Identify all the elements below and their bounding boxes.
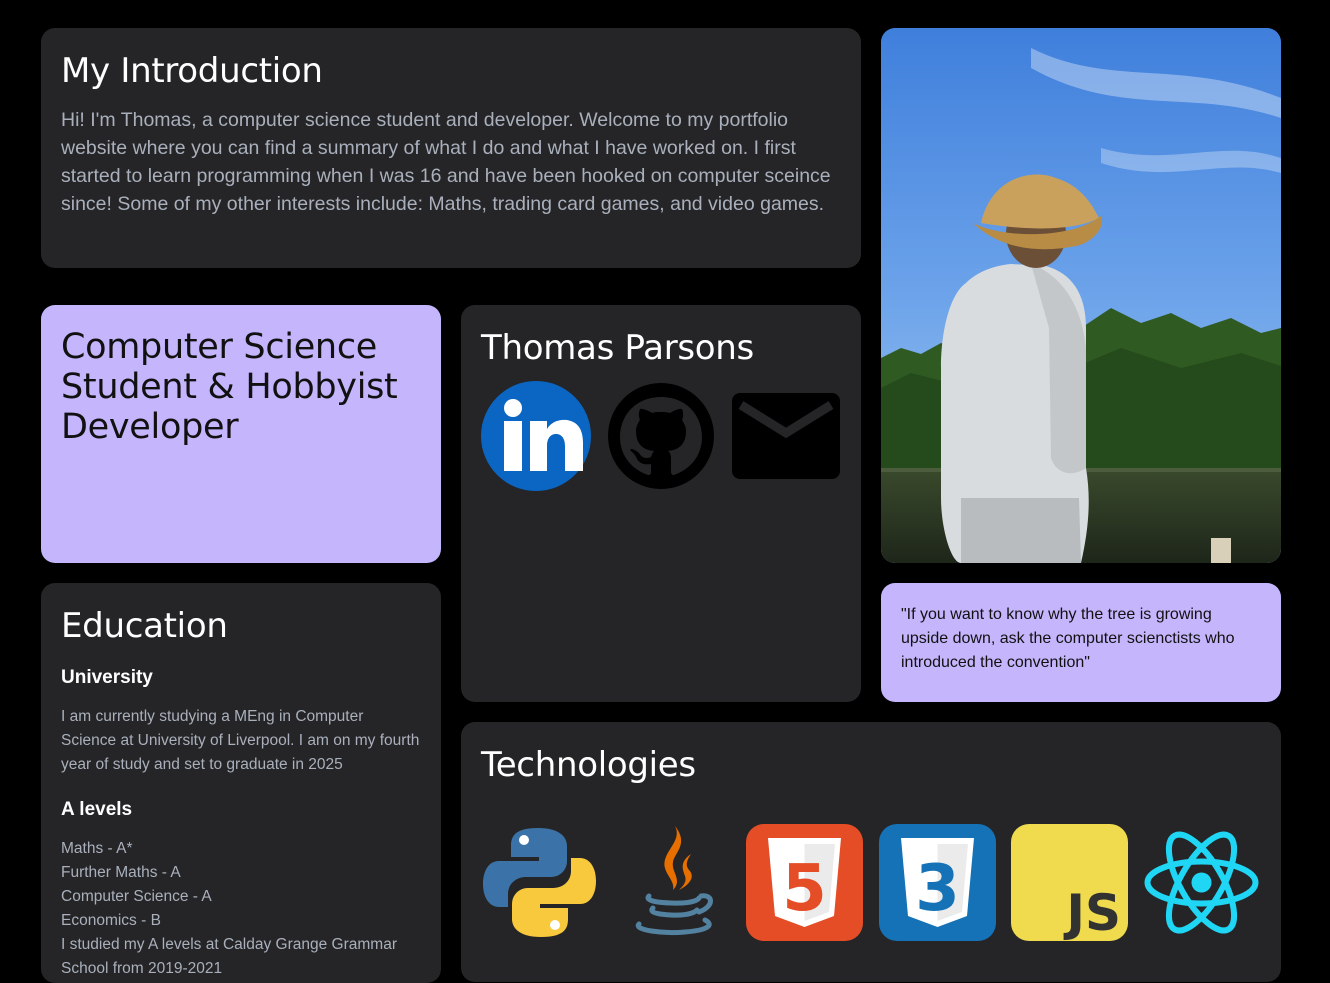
profile-photo: [881, 28, 1281, 563]
university-heading: University: [61, 667, 153, 688]
linkedin-icon[interactable]: [481, 381, 591, 491]
list-item: Further Maths - A: [61, 864, 181, 881]
alevels-heading: A levels: [61, 799, 133, 820]
css3-icon: 3: [879, 824, 996, 941]
java-icon: [613, 824, 730, 941]
contact-name: Thomas Parsons: [481, 328, 754, 368]
intro-card: My Introduction Hi! I'm Thomas, a comput…: [41, 28, 861, 268]
education-card: Education University I am currently stud…: [41, 583, 441, 983]
css3-label: 3: [915, 852, 960, 926]
html5-label: 5: [782, 852, 827, 926]
profile-photo-illustration: [881, 28, 1281, 563]
list-item: Computer Science - A: [61, 888, 212, 905]
list-item: Economics - B: [61, 912, 161, 929]
list-item: Maths - A*: [61, 840, 133, 857]
python-icon: [481, 824, 598, 941]
role-card: Computer Science Student & Hobbyist Deve…: [41, 305, 441, 563]
education-title: Education: [61, 606, 228, 646]
react-icon: [1143, 824, 1260, 941]
intro-title: My Introduction: [61, 51, 323, 91]
technologies-card: Technologies 5 3 JS: [461, 722, 1281, 982]
role-title: Computer Science Student & Hobbyist Deve…: [61, 327, 398, 447]
quote-card: "If you want to know why the tree is gro…: [881, 583, 1281, 702]
javascript-label: JS: [1063, 884, 1121, 941]
list-item: I studied my A levels at Calday Grange G…: [61, 936, 397, 977]
intro-text: Hi! I'm Thomas, a computer science stude…: [61, 109, 831, 215]
email-icon[interactable]: [731, 381, 841, 491]
javascript-icon: JS: [1011, 824, 1128, 942]
alevels-list: Maths - A* Further Maths - A Computer Sc…: [61, 837, 421, 981]
html5-icon: 5: [746, 824, 863, 941]
quote-text: "If you want to know why the tree is gro…: [901, 606, 1235, 671]
technologies-title: Technologies: [481, 745, 696, 785]
university-text: I am currently studying a MEng in Comput…: [61, 708, 420, 773]
github-icon[interactable]: [606, 381, 716, 491]
contact-card: Thomas Parsons: [461, 305, 861, 702]
